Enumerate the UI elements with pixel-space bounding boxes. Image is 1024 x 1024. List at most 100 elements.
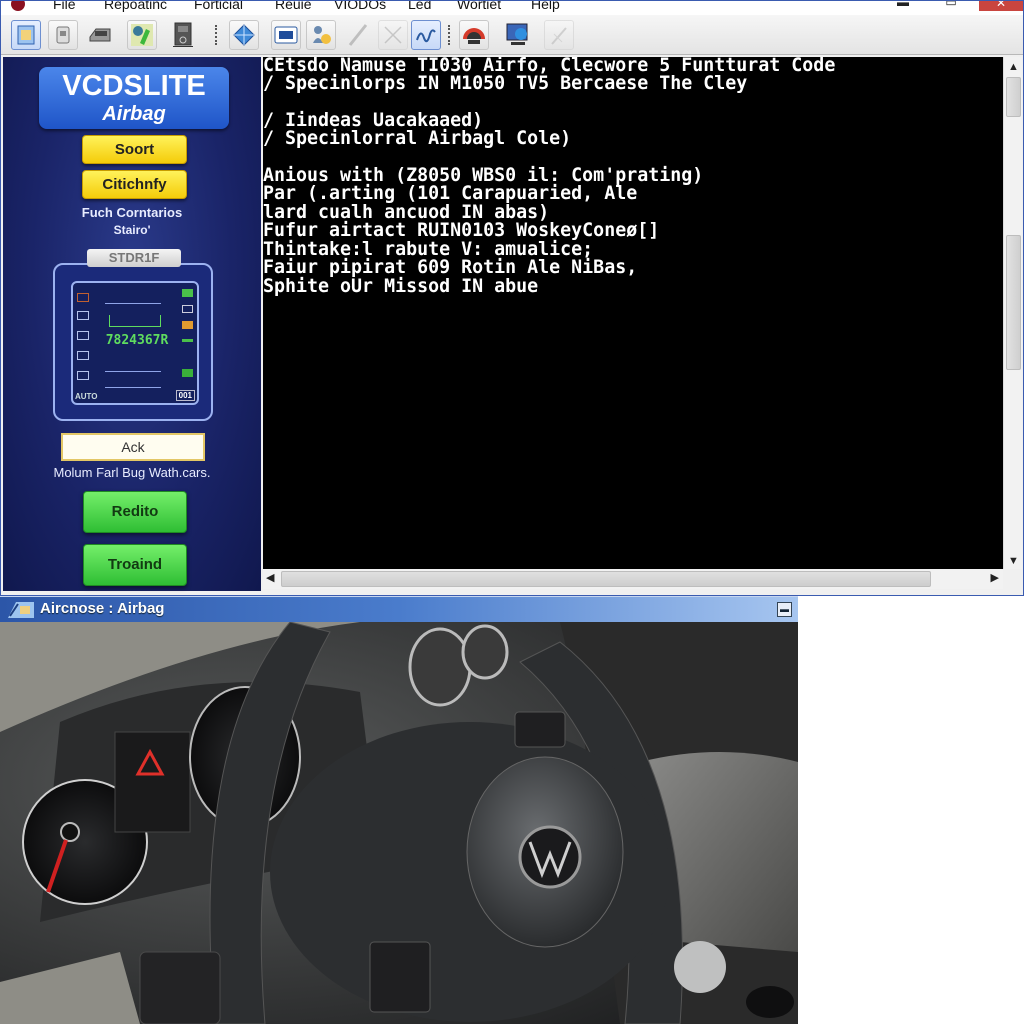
console-line: Faiur pipirat 609 Rotin Ale NiBas, (263, 257, 638, 278)
toolbar-id-button[interactable] (271, 20, 301, 50)
toolbar-network-button[interactable] (503, 20, 533, 50)
photo-window-minimize-button[interactable]: ▬ (777, 602, 792, 617)
device-bottom-left: AUTO (75, 392, 98, 401)
photo-window: Aircnose : Airbag ▬ (0, 596, 798, 1024)
toolbar-device-button[interactable] (168, 20, 198, 50)
horizontal-scrollbar[interactable]: ◀ ▶ (263, 569, 1003, 589)
screen-line (105, 387, 161, 388)
screen-line (105, 371, 161, 372)
signature-icon (416, 29, 436, 43)
vcds-main-window: File Repoatinc Forticial Reuie VIODOs Le… (0, 0, 1024, 596)
close-button[interactable]: ✕ (979, 1, 1023, 11)
network-icon (506, 23, 528, 45)
air-vent (461, 624, 509, 680)
wheel-buttons-right (514, 711, 566, 748)
car-interior-photo (0, 622, 798, 1024)
console-output[interactable]: CEtsdo Namuse TI030 Airfo, Clecwore 5 Fu… (263, 57, 1003, 569)
toolbar-user-search-button[interactable] (306, 20, 336, 50)
toolbar-separator (215, 25, 218, 45)
gauge-hub (60, 822, 80, 842)
redito-button[interactable]: Redito (83, 491, 187, 533)
minimize-button[interactable]: ▬ (895, 1, 911, 11)
menu-forticial[interactable]: Forticial (194, 1, 243, 12)
screen-icon (77, 293, 89, 302)
screen-status-icon (182, 305, 193, 313)
tool-icon (551, 27, 567, 45)
left-control-panel: VCDSLITE Airbag Soort Citichnfy Fuch Cor… (3, 57, 261, 591)
pen-icon (348, 24, 368, 46)
toolbar-diagnostic-button[interactable] (127, 20, 157, 50)
logo-subtitle: Airbag (102, 103, 166, 125)
menu-reuie[interactable]: Reuie (275, 1, 312, 12)
menu-wortiet[interactable]: Wortiet (457, 1, 501, 12)
troaind-button[interactable]: Troaind (83, 544, 187, 586)
toolbar-signature-button[interactable] (411, 20, 441, 50)
screen-status-icon (182, 289, 193, 297)
toolbar (1, 15, 1023, 55)
user-search-icon (313, 26, 331, 44)
console-line: Par (.arting (101 Carapuaried, Ale (263, 183, 638, 204)
stalk-control (139, 951, 221, 1024)
gear-knob (674, 941, 726, 993)
menu-viodos[interactable]: VIODOs (334, 1, 386, 12)
menu-help[interactable]: Help (531, 1, 560, 12)
cup-holder (746, 986, 794, 1018)
citichnfy-button[interactable]: Citichnfy (82, 170, 187, 199)
toolbar-document-button[interactable] (11, 20, 41, 50)
vcds-logo: VCDSLITE Airbag (39, 67, 229, 129)
vertical-scrollbar[interactable]: ▲ ▼ (1003, 57, 1022, 569)
toolbar-globe-button[interactable] (229, 20, 259, 50)
app-window-icon (8, 602, 34, 618)
device-bottom-right: 001 (175, 390, 195, 401)
toolbar-separator (448, 25, 451, 45)
id-card-icon (274, 26, 298, 44)
screen-status-icon (182, 321, 193, 329)
wheel-buttons-left (369, 941, 431, 1013)
console-line: / Specinlorral Airbagl Cole) (263, 128, 572, 149)
scrollbar-thumb[interactable] (1006, 235, 1021, 370)
gauge-icon (463, 28, 485, 44)
menu-file[interactable]: File (53, 1, 76, 12)
console-line: Sphite oUr Missod IN abue (263, 276, 539, 297)
scroll-left-arrow-icon[interactable]: ◀ (266, 571, 274, 584)
menu-repoatinc[interactable]: Repoatinc (104, 1, 167, 12)
cancel-icon (384, 26, 402, 44)
photo-window-titlebar[interactable]: Aircnose : Airbag ▬ (0, 596, 798, 622)
console-line: Fufur airtact RUIN0103 WoskeyConeø[] (263, 220, 660, 241)
toolbar-cancel-button[interactable] (378, 20, 408, 50)
document-icon (17, 25, 35, 45)
app-logo-icon (11, 1, 25, 11)
scrollbar-thumb[interactable] (281, 571, 931, 587)
toolbar-print-button[interactable] (85, 20, 115, 50)
scroll-down-arrow-icon[interactable]: ▼ (1004, 555, 1023, 567)
screen-icon (77, 311, 89, 320)
car-interior-illustration (0, 622, 798, 1024)
console-line: / Specinlorps IN M1050 TV5 Bercaese The … (263, 73, 748, 94)
status-text: Molum Farl Bug Wath.cars. (53, 465, 211, 480)
clipboard-icon (56, 26, 70, 44)
maximize-button[interactable]: ▭ (943, 1, 959, 11)
toolbar-clipboard-button[interactable] (48, 20, 78, 50)
info-display (114, 731, 191, 833)
device-label: STDR1F (87, 249, 181, 267)
photo-window-title: Aircnose : Airbag (40, 600, 165, 617)
scrollbar-thumb[interactable] (1006, 77, 1021, 117)
menu-bar: File Repoatinc Forticial Reuie VIODOs Le… (1, 1, 1023, 15)
diagnostic-tool-icon (131, 24, 153, 46)
toolbar-pen-button[interactable] (343, 20, 373, 50)
ack-field[interactable]: Ack (61, 433, 205, 461)
logo-title: VCDSLITE (62, 70, 206, 102)
scroll-up-arrow-icon[interactable]: ▲ (1004, 61, 1023, 73)
toolbar-tool-button[interactable] (544, 20, 574, 50)
screen-line (105, 303, 161, 304)
screen-icon (77, 351, 89, 360)
screen-bracket (109, 315, 161, 327)
menu-led[interactable]: Led (408, 1, 431, 12)
diagnostic-device-graphic: 7824367R AUTO 001 (53, 263, 213, 421)
device-icon (173, 22, 193, 47)
scroll-right-arrow-icon[interactable]: ▶ (991, 571, 999, 584)
screen-status-icon (182, 369, 193, 377)
screen-icon (77, 371, 89, 380)
soort-button[interactable]: Soort (82, 135, 187, 164)
toolbar-gauge-button[interactable] (459, 20, 489, 50)
